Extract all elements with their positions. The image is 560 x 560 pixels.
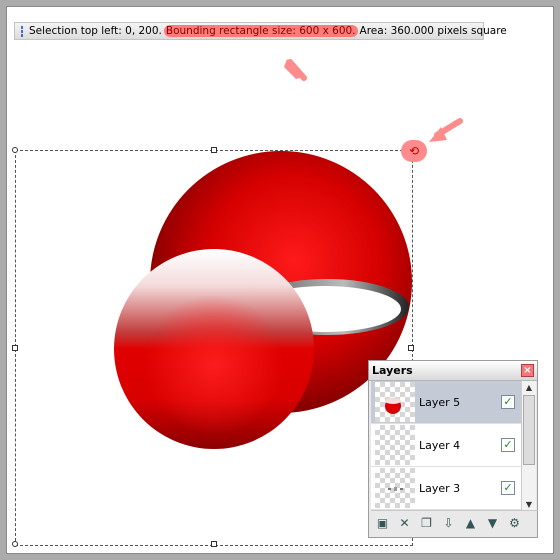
layer-properties-icon[interactable]: ⚙ [506,515,523,532]
layers-list: Layer 5 ✓ Layer 4 ✓ Layer 3 ✓ [371,381,521,511]
scroll-up-icon[interactable]: ▲ [522,381,536,394]
move-down-icon[interactable]: ▼ [484,515,501,532]
scrollbar-thumb[interactable] [523,395,535,465]
close-icon[interactable]: × [521,364,534,377]
status-selection-text: Selection top left: 0, 200. [29,25,162,37]
layer-thumbnail [375,425,415,465]
selection-status-bar: Selection top left: 0, 200. Bounding rec… [14,22,507,40]
handle-bottom-middle[interactable] [211,541,217,547]
rotate-handle-highlight[interactable]: ⟲ [401,140,427,162]
handle-middle-left[interactable] [12,345,18,351]
layer-name: Layer 5 [419,395,461,409]
visibility-checkbox[interactable]: ✓ [501,438,515,452]
handle-bottom-left[interactable] [12,541,18,547]
rotate-handle-icon[interactable]: ⟲ [409,144,419,158]
layer-name: Layer 4 [419,438,461,452]
selection-rectangle[interactable] [12,147,414,547]
layer-row-3[interactable]: Layer 3 ✓ [371,467,521,510]
layer-row-5[interactable]: Layer 5 ✓ [371,381,521,424]
status-bounding-highlight: Bounding rectangle size: 600 x 600. [163,25,358,37]
handle-middle-right[interactable] [408,345,414,351]
layers-panel-titlebar: Layers × [369,361,537,381]
visibility-checkbox[interactable]: ✓ [501,481,515,495]
move-up-icon[interactable]: ▲ [462,515,479,532]
status-area-text: Area: 360.000 pixels square [359,25,507,37]
handle-top-left[interactable] [12,147,18,153]
layers-toolbar: ▣ ✕ ❐ ⇩ ▲ ▼ ⚙ [371,510,538,535]
selection-icon [21,25,23,37]
layer-thumbnail [375,468,415,508]
duplicate-layer-icon[interactable]: ❐ [418,515,435,532]
visibility-checkbox[interactable]: ✓ [501,395,515,409]
layer-name: Layer 3 [419,481,461,495]
add-layer-icon[interactable]: ▣ [374,515,391,532]
layers-panel: Layers × Layer 5 ✓ Layer 4 ✓ Layer 3 ✓ ▲… [368,360,538,538]
layer-thumbnail [375,382,415,422]
layer-row-4[interactable]: Layer 4 ✓ [371,424,521,467]
layers-panel-title: Layers [372,364,413,377]
delete-layer-icon[interactable]: ✕ [396,515,413,532]
handle-top-middle[interactable] [211,147,217,153]
merge-down-icon[interactable]: ⇩ [440,515,457,532]
layers-scrollbar[interactable]: ▲ ▼ [521,381,536,511]
